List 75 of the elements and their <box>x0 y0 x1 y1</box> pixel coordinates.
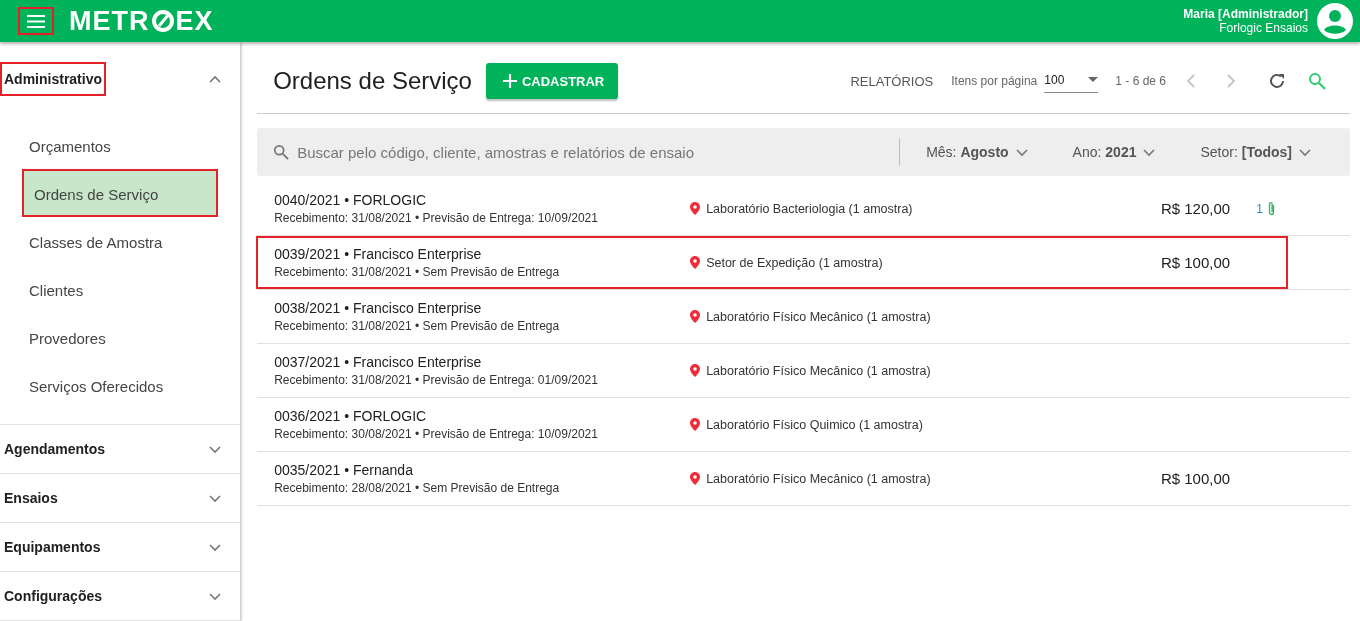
price-text: R$ 100,00 <box>1160 470 1231 487</box>
chevron-down-icon <box>1142 147 1157 157</box>
avatar-icon[interactable] <box>1316 2 1354 40</box>
order-dates: Recebimento: 28/08/2021 • Sem Previsão de Entrega <box>274 481 561 495</box>
location-pin-icon <box>690 418 701 431</box>
search-field[interactable]: Buscar pelo código, cliente, amostras e relatórios de ensaio <box>295 142 900 162</box>
chevron-down-icon <box>1014 147 1029 157</box>
chevron-up-icon[interactable] <box>208 74 223 84</box>
order-dates: Recebimento: 31/08/2021 • Sem Previsão de Entrega <box>274 319 561 333</box>
section-header[interactable]: Configurações <box>0 579 106 613</box>
reports-link[interactable]: RELATÓRIOS <box>844 72 940 90</box>
items-per-page-label: Itens por página <box>951 74 1038 88</box>
location-pin-icon <box>690 202 701 215</box>
order-row[interactable]: 0036/2021 • FORLOGIC Recebimento: 30/08/2021 • Previsão de Entrega: 10/09/2021 Laboratório Físico Quimico (1 amostra) <box>256 398 1289 451</box>
nav-item[interactable]: Provedores <box>22 313 219 361</box>
month-filter[interactable]: Mês: Agosto <box>926 144 1029 160</box>
items-per-page-select[interactable]: 100 <box>1044 69 1099 93</box>
location-text: Laboratório Físico Mecânico (1 amostra) <box>706 309 931 324</box>
caret-icon <box>1088 77 1099 82</box>
order-title: 0037/2021 • Francisco Enterprise <box>274 354 483 370</box>
order-title: 0038/2021 • Francisco Enterprise <box>274 300 483 316</box>
company-name: Forlogic Ensaios <box>1218 21 1308 35</box>
location-text: Laboratório Físico Mecânico (1 amostra) <box>706 363 931 378</box>
order-row[interactable]: 0038/2021 • Francisco Enterprise Recebimento: 31/08/2021 • Sem Previsão de Entrega Laboratório Físico Mecânico (1 amostra) <box>256 290 1289 343</box>
order-row[interactable]: 0039/2021 • Francisco Enterprise Recebimento: 31/08/2021 • Sem Previsão de Entrega Setor de Expedição (1 amostra) R$ 100,00 <box>256 236 1289 289</box>
location-text: Laboratório Físico Mecânico (1 amostra) <box>706 471 931 486</box>
location-pin-icon <box>690 364 701 377</box>
logo-text: EX <box>175 5 214 37</box>
location-pin-icon <box>690 310 701 323</box>
page-title: Ordens de Serviço <box>273 67 472 95</box>
paperclip-icon[interactable] <box>1266 201 1276 216</box>
plus-icon <box>501 73 518 89</box>
sector-filter[interactable]: Setor: [Todos] <box>1200 144 1312 160</box>
section-header[interactable]: Administrativo <box>0 62 106 96</box>
nav-item[interactable]: Clientes <box>22 265 219 313</box>
order-title: 0036/2021 • FORLOGIC <box>274 408 428 424</box>
order-title: 0040/2021 • FORLOGIC <box>274 192 428 208</box>
location-pin-icon <box>690 256 701 269</box>
search-icon <box>273 144 290 160</box>
section-header[interactable]: Agendamentos <box>0 432 110 466</box>
order-dates: Recebimento: 31/08/2021 • Sem Previsão de Entrega <box>274 265 561 279</box>
section-header[interactable]: Equipamentos <box>0 530 105 564</box>
section-header[interactable]: Ensaios <box>0 481 62 515</box>
order-row[interactable]: 0040/2021 • FORLOGIC Recebimento: 31/08/2021 • Previsão de Entrega: 10/09/2021 Laboratório Bacteriologia (1 amostra) R$ 120,00 1 <box>256 182 1289 235</box>
nav-item[interactable]: Classes de Amostra <box>22 217 219 265</box>
order-dates: Recebimento: 31/08/2021 • Previsão de Entrega: 10/09/2021 <box>274 211 599 225</box>
nav-item[interactable]: Ordens de Serviço <box>22 169 219 217</box>
gauge-icon <box>150 9 175 33</box>
logo-text: METR <box>69 5 150 37</box>
user-name: Maria [Administrador] <box>1183 7 1308 21</box>
location-text: Laboratório Físico Quimico (1 amostra) <box>706 417 923 432</box>
nav-item[interactable]: Orçamentos <box>22 121 219 169</box>
attachment-count: 1 <box>1256 201 1263 216</box>
price-text: R$ 100,00 <box>1160 254 1231 271</box>
refresh-icon[interactable] <box>1268 72 1286 90</box>
order-title: 0039/2021 • Francisco Enterprise <box>274 246 483 262</box>
location-pin-icon <box>690 472 701 485</box>
year-filter[interactable]: Ano: 2021 <box>1072 144 1157 160</box>
page-range: 1 - 6 de 6 <box>1115 74 1166 88</box>
chevron-down-icon[interactable] <box>208 542 223 552</box>
order-dates: Recebimento: 31/08/2021 • Previsão de Entrega: 01/09/2021 <box>274 373 599 387</box>
chevron-down-icon[interactable] <box>208 444 223 454</box>
order-dates: Recebimento: 30/08/2021 • Previsão de Entrega: 10/09/2021 <box>274 427 599 441</box>
chevron-down-icon[interactable] <box>208 591 223 601</box>
location-text: Setor de Expedição (1 amostra) <box>706 255 883 270</box>
price-text: R$ 120,00 <box>1160 200 1231 217</box>
menu-button[interactable] <box>18 7 54 35</box>
order-title: 0035/2021 • Fernanda <box>274 462 414 478</box>
chevron-down-icon <box>1298 147 1312 157</box>
order-row[interactable]: 0035/2021 • Fernanda Recebimento: 28/08/2021 • Sem Previsão de Entrega Laboratório Físico Mecânico (1 amostra) R$ 100,00 <box>256 452 1289 505</box>
chevron-down-icon[interactable] <box>208 493 223 503</box>
menu-icon <box>27 14 45 28</box>
order-row[interactable]: 0037/2021 • Francisco Enterprise Recebimento: 31/08/2021 • Previsão de Entrega: 01/09/2021 Laboratório Físico Mecânico (1 amostra) <box>256 344 1289 397</box>
nav-item[interactable]: Serviços Oferecidos <box>22 361 219 409</box>
location-text: Laboratório Bacteriologia (1 amostra) <box>706 201 913 216</box>
